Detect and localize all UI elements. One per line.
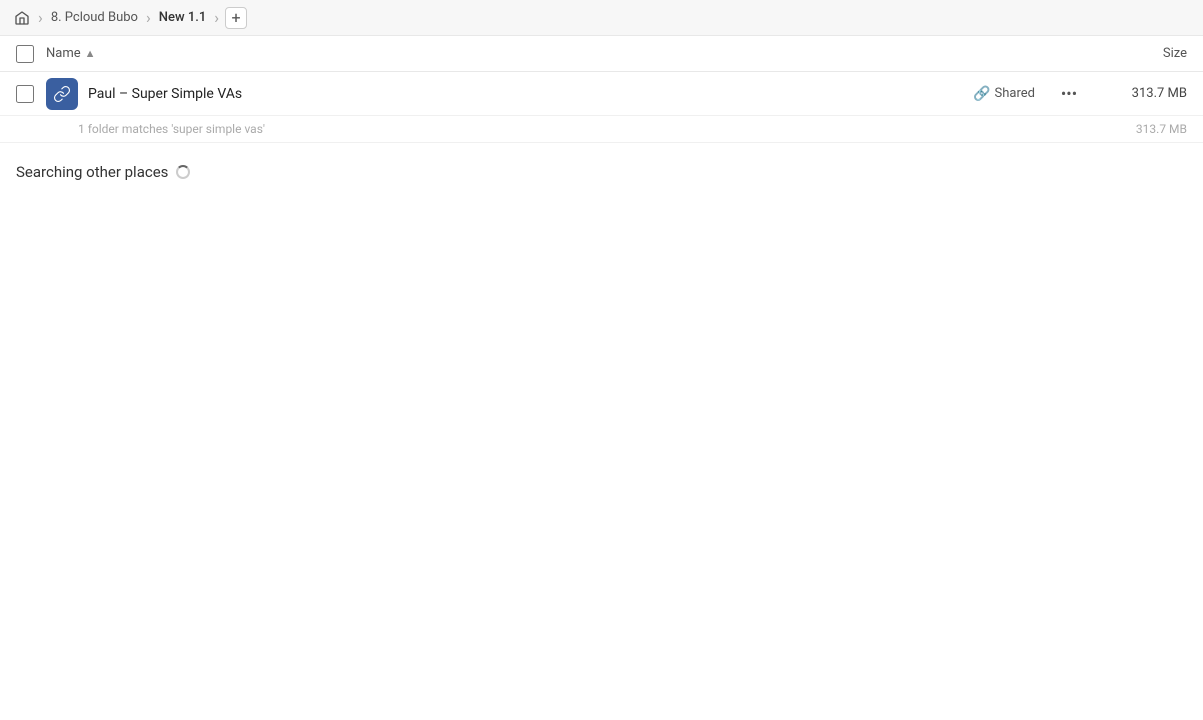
column-header: Name ▲ Size — [0, 36, 1203, 72]
topbar: › 8. Pcloud Bubo › New 1.1 › + — [0, 0, 1203, 36]
match-info: 1 folder matches 'super simple vas' 313.… — [0, 116, 1203, 143]
breadcrumb-home[interactable] — [8, 6, 36, 30]
breadcrumb-item-pcloud[interactable]: 8. Pcloud Bubo — [45, 6, 144, 29]
sort-arrow-icon: ▲ — [85, 47, 96, 60]
breadcrumb-sep-3: › — [214, 8, 219, 27]
name-column-header[interactable]: Name ▲ — [46, 46, 1107, 61]
name-header-label: Name — [46, 46, 81, 61]
breadcrumb-label-new: New 1.1 — [159, 10, 206, 25]
size-header-label: Size — [1163, 46, 1187, 61]
breadcrumb-label-pcloud: 8. Pcloud Bubo — [51, 10, 138, 25]
breadcrumb-sep-1: › — [38, 8, 43, 27]
file-name-text: Paul – Super Simple VAs — [88, 86, 242, 102]
size-column-header[interactable]: Size — [1107, 46, 1187, 61]
link-icon — [53, 85, 71, 103]
more-options-icon: ••• — [1061, 84, 1077, 103]
match-info-text: 1 folder matches 'super simple vas' — [78, 122, 265, 136]
file-row[interactable]: Paul – Super Simple VAs 🔗 Shared ••• 313… — [0, 72, 1203, 116]
add-breadcrumb-icon: + — [232, 8, 241, 27]
more-options-button[interactable]: ••• — [1055, 80, 1083, 108]
select-all-checkbox[interactable] — [16, 45, 34, 63]
file-name: Paul – Super Simple VAs — [88, 86, 973, 102]
match-info-size: 313.7 MB — [1136, 122, 1187, 136]
file-row-checkbox[interactable] — [16, 85, 34, 103]
shared-badge: 🔗 Shared — [973, 86, 1035, 102]
searching-section: Searching other places — [0, 143, 1203, 201]
file-size-text: 313.7 MB — [1132, 86, 1187, 101]
add-breadcrumb-button[interactable]: + — [225, 7, 247, 29]
shared-label-text: Shared — [995, 86, 1035, 101]
shared-link-icon: 🔗 — [973, 86, 990, 102]
breadcrumb-item-new[interactable]: New 1.1 — [153, 6, 212, 29]
file-size: 313.7 MB — [1107, 86, 1187, 101]
loading-spinner — [176, 165, 190, 179]
home-icon — [14, 10, 30, 26]
file-icon-wrapper — [46, 78, 78, 110]
searching-label: Searching other places — [16, 163, 168, 181]
breadcrumb-sep-2: › — [146, 8, 151, 27]
